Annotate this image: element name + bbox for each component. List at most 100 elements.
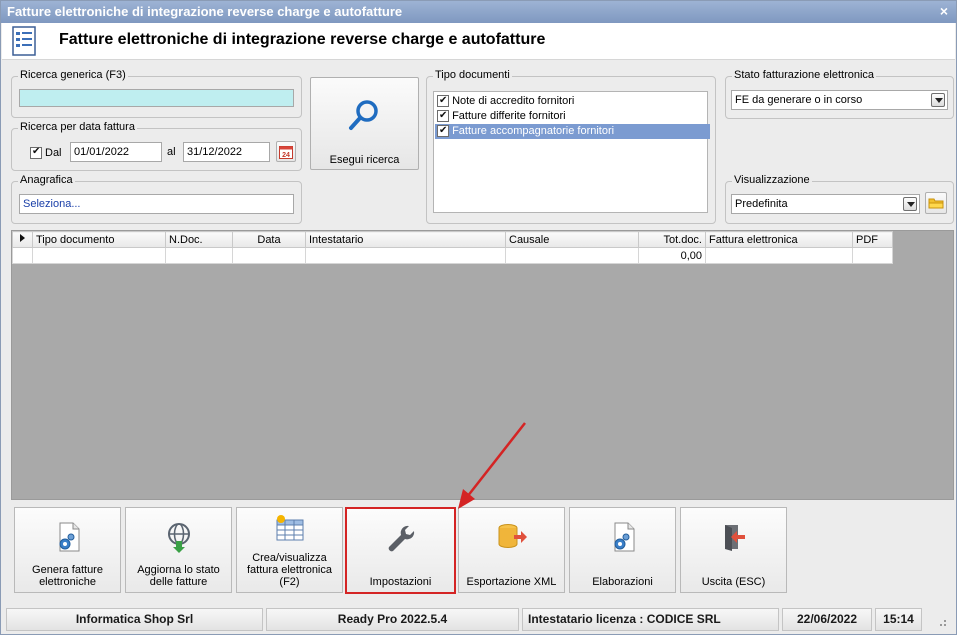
document-list-icon xyxy=(12,26,36,56)
aggiorna-stato-label: Aggiorna lo stato delle fatture xyxy=(137,564,220,588)
document-type-item[interactable]: Note di accredito fornitori xyxy=(435,94,706,109)
view-select[interactable]: Predefinita xyxy=(731,194,920,214)
anagrafica-input[interactable]: Seleziona... xyxy=(19,194,294,214)
anagrafica-label: Anagrafica xyxy=(18,174,75,186)
genera-fatture-button[interactable]: Genera fatture elettroniche xyxy=(14,507,121,593)
search-button[interactable]: Esegui ricerca xyxy=(310,77,419,170)
crea-visualizza-button[interactable]: Crea/visualizza fattura elettronica (F2) xyxy=(236,507,343,593)
column-header[interactable]: Fattura elettronica xyxy=(705,231,853,248)
status-label: Stato fatturazione elettronica xyxy=(732,69,877,81)
database-export-icon xyxy=(498,524,527,548)
close-icon[interactable]: × xyxy=(940,4,948,18)
document-type-checkbox[interactable] xyxy=(437,109,449,123)
column-header[interactable]: Intestatario xyxy=(305,231,506,248)
svg-text:24: 24 xyxy=(282,152,290,159)
document-type-group: Tipo documenti Note di accredito fornito… xyxy=(426,69,716,224)
table-cell[interactable] xyxy=(705,247,853,264)
genera-fatture-label: Genera fatture elettroniche xyxy=(32,564,103,588)
status-time: 15:14 xyxy=(875,608,922,631)
table-header-row: Tipo documento N.Doc. Data Intestatario … xyxy=(12,231,893,248)
chevron-down-icon[interactable] xyxy=(931,93,945,107)
date-search-group: Ricerca per data fattura Dal 01/01/2022 … xyxy=(11,121,302,171)
view-folder-button[interactable] xyxy=(925,192,947,214)
main-window: Fatture elettroniche di integrazione rev… xyxy=(0,0,957,635)
uscita-button[interactable]: Uscita (ESC) xyxy=(680,507,787,593)
elaborazioni-button[interactable]: Elaborazioni xyxy=(569,507,676,593)
play-arrow-icon xyxy=(20,234,25,242)
globe-download-icon xyxy=(167,523,190,553)
calendar-icon: 24 xyxy=(279,146,293,159)
impostazioni-button[interactable]: Impostazioni xyxy=(345,507,456,594)
view-group: Visualizzazione Predefinita xyxy=(725,174,954,224)
date-from-input[interactable]: 01/01/2022 xyxy=(70,142,162,162)
table-cell[interactable] xyxy=(305,247,506,264)
dal-checkbox[interactable] xyxy=(30,146,42,159)
impostazioni-label: Impostazioni xyxy=(369,576,432,588)
document-type-label: Tipo documenti xyxy=(433,69,512,81)
table-cell[interactable]: 0,00 xyxy=(638,247,706,264)
row-indicator-cell xyxy=(12,247,33,264)
view-select-value: Predefinita xyxy=(735,198,788,210)
esportazione-xml-button[interactable]: Esportazione XML xyxy=(458,507,565,593)
document-type-checkbox[interactable] xyxy=(437,94,449,108)
table-cell[interactable] xyxy=(505,247,639,264)
status-version: Ready Pro 2022.5.4 xyxy=(266,608,519,631)
document-type-checkbox[interactable] xyxy=(437,124,449,138)
document-type-item[interactable]: Fatture differite fornitori xyxy=(435,109,706,124)
chevron-down-icon[interactable] xyxy=(903,197,917,211)
status-group: Stato fatturazione elettronica FE da gen… xyxy=(725,69,954,119)
row-indicator-header xyxy=(12,231,33,248)
annotation-arrow xyxy=(458,422,526,509)
documents-table: Tipo documento N.Doc. Data Intestatario … xyxy=(12,231,893,264)
document-type-item-label: Fatture differite fornitori xyxy=(452,110,566,122)
crea-visualizza-label: Crea/visualizza fattura elettronica (F2) xyxy=(247,552,332,588)
document-type-item-label: Fatture accompagnatorie fornitori xyxy=(452,125,615,137)
document-type-list: Note di accredito fornitori Fatture diff… xyxy=(433,91,710,213)
table-cell[interactable] xyxy=(32,247,166,264)
table-row[interactable]: 0,00 xyxy=(12,247,893,264)
gear-document-icon xyxy=(59,522,79,552)
document-type-item-label: Note di accredito fornitori xyxy=(452,95,575,107)
table-sun-icon xyxy=(276,515,303,541)
status-select-value: FE da generare o in corso xyxy=(735,94,863,106)
search-icon xyxy=(349,100,378,130)
esportazione-xml-label: Esportazione XML xyxy=(466,576,557,588)
exit-door-icon xyxy=(724,525,745,551)
generic-search-input[interactable] xyxy=(19,89,294,107)
status-company: Informatica Shop Srl xyxy=(6,608,263,631)
column-header[interactable]: N.Doc. xyxy=(165,231,233,248)
search-button-label: Esegui ricerca xyxy=(329,154,400,166)
anagrafica-group: Anagrafica Seleziona... xyxy=(11,174,302,224)
status-license: Intestatario licenza : CODICE SRL xyxy=(522,608,779,631)
status-date: 22/06/2022 xyxy=(782,608,872,631)
al-label: al xyxy=(167,146,176,158)
date-to-input[interactable]: 31/12/2022 xyxy=(183,142,270,162)
generic-search-label: Ricerca generica (F3) xyxy=(18,69,128,81)
table-cell[interactable] xyxy=(165,247,233,264)
column-header[interactable]: Causale xyxy=(505,231,639,248)
status-select[interactable]: FE da generare o in corso xyxy=(731,90,948,110)
column-header[interactable]: Tot.doc. xyxy=(638,231,706,248)
gear-document-icon xyxy=(614,522,634,552)
elaborazioni-label: Elaborazioni xyxy=(592,576,653,588)
page-header: Fatture elettroniche di integrazione rev… xyxy=(2,23,955,60)
generic-search-group: Ricerca generica (F3) xyxy=(11,69,302,118)
table-cell[interactable] xyxy=(852,247,893,264)
column-header[interactable]: Data xyxy=(232,231,306,248)
resize-grip-icon[interactable] xyxy=(936,616,948,628)
dal-label: Dal xyxy=(45,147,62,159)
table-cell[interactable] xyxy=(232,247,306,264)
folder-icon xyxy=(928,198,944,209)
column-header[interactable]: Tipo documento xyxy=(32,231,166,248)
status-bar: Informatica Shop Srl Ready Pro 2022.5.4 … xyxy=(6,608,953,632)
page-title: Fatture elettroniche di integrazione rev… xyxy=(59,31,546,48)
view-label: Visualizzazione xyxy=(732,174,812,186)
title-bar[interactable]: Fatture elettroniche di integrazione rev… xyxy=(1,1,956,23)
wrench-icon xyxy=(388,525,414,552)
window-title: Fatture elettroniche di integrazione rev… xyxy=(7,4,403,19)
calendar-button[interactable]: 24 xyxy=(276,141,296,162)
column-header[interactable]: PDF xyxy=(852,231,893,248)
uscita-label: Uscita (ESC) xyxy=(701,576,766,588)
document-type-item-selected[interactable]: Fatture accompagnatorie fornitori xyxy=(435,124,710,139)
aggiorna-stato-button[interactable]: Aggiorna lo stato delle fatture xyxy=(125,507,232,593)
